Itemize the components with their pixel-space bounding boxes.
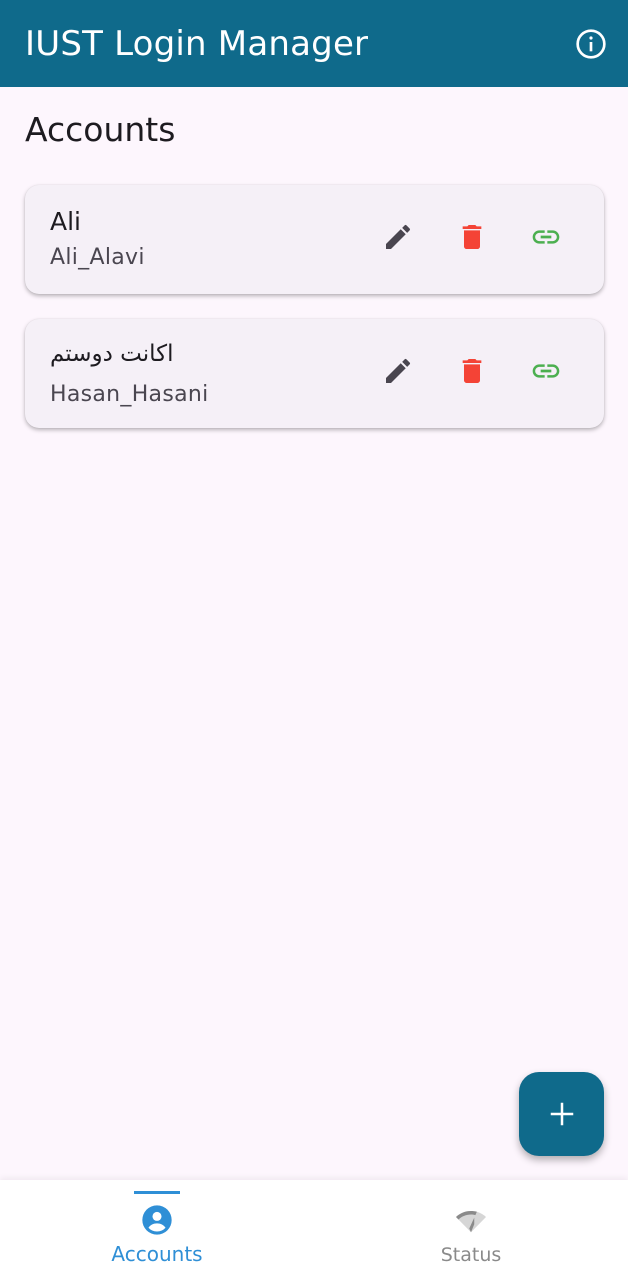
edit-account-button[interactable] xyxy=(382,220,414,254)
login-link-button[interactable] xyxy=(530,220,562,254)
account-circle-icon xyxy=(142,1205,172,1235)
account-name: اکانت دوستم xyxy=(50,341,174,367)
wifi-status-icon xyxy=(456,1211,486,1233)
account-username: Hasan_Hasani xyxy=(50,382,209,407)
login-link-button[interactable] xyxy=(530,354,562,388)
edit-account-button[interactable] xyxy=(382,354,414,388)
page-title: Accounts xyxy=(25,110,176,149)
link-icon xyxy=(532,230,560,244)
trash-icon xyxy=(462,359,482,383)
info-button[interactable] xyxy=(574,27,608,61)
pencil-icon xyxy=(386,358,411,383)
delete-account-button[interactable] xyxy=(456,354,488,388)
delete-account-button[interactable] xyxy=(456,220,488,254)
account-card: Ali Ali_Alavi xyxy=(25,185,604,294)
nav-item-accounts[interactable]: Accounts xyxy=(0,1180,314,1280)
nav-label-accounts: Accounts xyxy=(111,1242,203,1266)
add-account-button[interactable] xyxy=(519,1072,604,1156)
nav-label-status: Status xyxy=(440,1244,502,1266)
trash-icon xyxy=(462,225,482,249)
app-bar: IUST Login Manager xyxy=(0,0,628,87)
active-tab-indicator xyxy=(134,1191,180,1194)
pencil-icon xyxy=(386,224,411,249)
plus-icon xyxy=(550,1102,573,1126)
bottom-navigation: Accounts Status xyxy=(0,1180,628,1280)
account-actions xyxy=(382,354,562,388)
nav-item-status[interactable]: Status xyxy=(314,1180,628,1280)
account-username: Ali_Alavi xyxy=(50,245,145,270)
account-card: اکانت دوستم Hasan_Hasani xyxy=(25,319,604,428)
info-icon xyxy=(576,28,606,59)
account-name: Ali xyxy=(50,207,81,236)
account-actions xyxy=(382,220,562,254)
link-icon xyxy=(532,364,560,378)
app-title: IUST Login Manager xyxy=(25,23,369,64)
